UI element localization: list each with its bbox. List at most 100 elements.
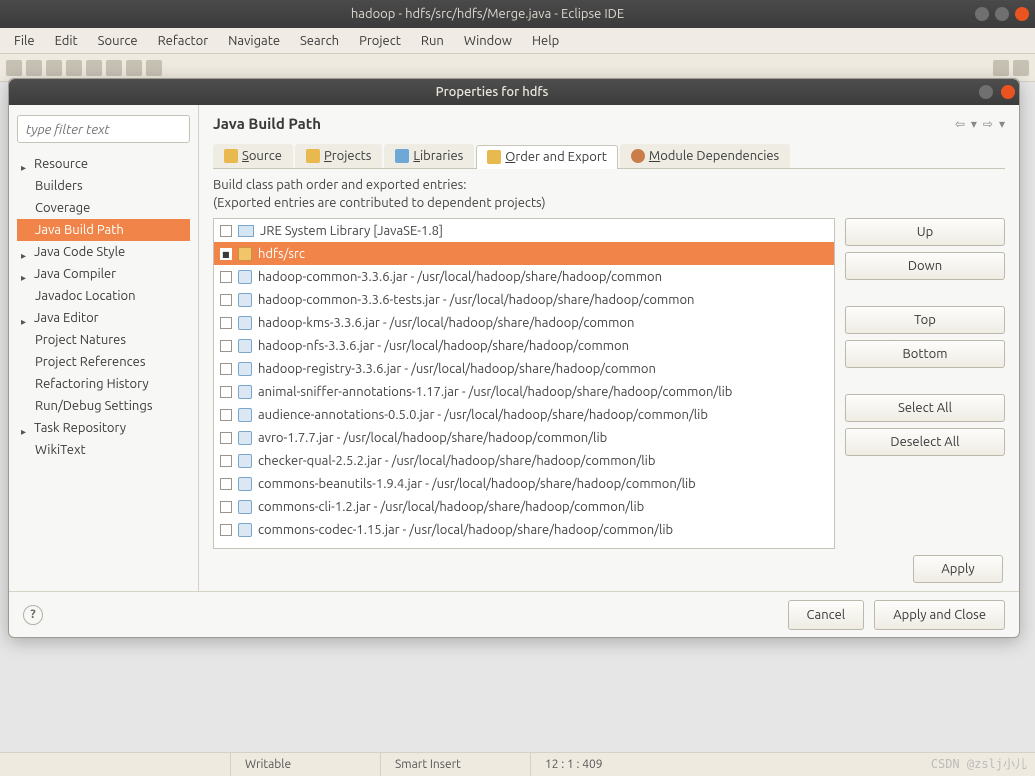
tree-item-task-repository[interactable]: Task Repository xyxy=(17,417,190,439)
toolbar-icon[interactable] xyxy=(86,60,102,76)
forward-icon[interactable]: ▾ xyxy=(971,117,977,131)
tree-item-java-code-style[interactable]: Java Code Style xyxy=(17,241,190,263)
checkbox[interactable] xyxy=(220,478,232,490)
up-button[interactable]: Up xyxy=(845,218,1005,246)
checkbox[interactable] xyxy=(220,501,232,513)
tree-item-project-references[interactable]: Project References xyxy=(17,351,190,373)
expand-icon[interactable] xyxy=(21,248,30,257)
select-all-button[interactable]: Select All xyxy=(845,394,1005,422)
apply-and-close-button[interactable]: Apply and Close xyxy=(874,600,1005,630)
expand-icon[interactable] xyxy=(21,314,30,323)
filter-input[interactable] xyxy=(17,115,190,143)
menu-file[interactable]: File xyxy=(6,32,43,50)
entry-row[interactable]: hadoop-kms-3.3.6.jar - /usr/local/hadoop… xyxy=(214,311,834,334)
maximize-icon[interactable] xyxy=(995,7,1009,21)
entry-row[interactable]: commons-beanutils-1.9.4.jar - /usr/local… xyxy=(214,472,834,495)
tab-projects[interactable]: Projects xyxy=(295,144,382,168)
tree-item-project-natures[interactable]: Project Natures xyxy=(17,329,190,351)
tree-item-label: Java Compiler xyxy=(34,267,116,281)
tree-item-java-build-path[interactable]: Java Build Path xyxy=(17,219,190,241)
close-icon[interactable] xyxy=(1015,7,1029,21)
tree-item-run-debug-settings[interactable]: Run/Debug Settings xyxy=(17,395,190,417)
checkbox[interactable] xyxy=(220,271,232,283)
toolbar-icon[interactable] xyxy=(146,60,162,76)
menu-refactor[interactable]: Refactor xyxy=(150,32,217,50)
perspective-icon[interactable] xyxy=(1013,60,1029,76)
expand-icon[interactable] xyxy=(21,270,30,279)
menu-navigate[interactable]: Navigate xyxy=(220,32,288,50)
ic-prj-icon xyxy=(306,149,320,163)
search-icon[interactable] xyxy=(993,60,1009,76)
cancel-button[interactable]: Cancel xyxy=(788,600,865,630)
tree-item-java-editor[interactable]: Java Editor xyxy=(17,307,190,329)
down-button[interactable]: Down xyxy=(845,252,1005,280)
entry-row[interactable]: animal-sniffer-annotations-1.17.jar - /u… xyxy=(214,380,834,403)
checkbox[interactable] xyxy=(220,524,232,536)
watermark: CSDN @zslj小儿 xyxy=(931,755,1027,772)
entry-row[interactable]: hadoop-common-3.3.6.jar - /usr/local/had… xyxy=(214,265,834,288)
entry-row[interactable]: commons-cli-1.2.jar - /usr/local/hadoop/… xyxy=(214,495,834,518)
entry-row[interactable]: hadoop-registry-3.3.6.jar - /usr/local/h… xyxy=(214,357,834,380)
checkbox[interactable] xyxy=(220,455,232,467)
deselect-all-button[interactable]: Deselect All xyxy=(845,428,1005,456)
toolbar-icon[interactable] xyxy=(26,60,42,76)
checkbox[interactable] xyxy=(220,225,232,237)
tree-item-javadoc-location[interactable]: Javadoc Location xyxy=(17,285,190,307)
tree-item-java-compiler[interactable]: Java Compiler xyxy=(17,263,190,285)
entry-row[interactable]: JRE System Library [JavaSE-1.8] xyxy=(214,219,834,242)
entry-row[interactable]: hadoop-common-3.3.6-tests.jar - /usr/loc… xyxy=(214,288,834,311)
tree-item-refactoring-history[interactable]: Refactoring History xyxy=(17,373,190,395)
toolbar-icon[interactable] xyxy=(106,60,122,76)
help-icon[interactable]: ? xyxy=(23,605,43,625)
checkbox[interactable] xyxy=(220,432,232,444)
bottom-button[interactable]: Bottom xyxy=(845,340,1005,368)
forward-arrow-icon[interactable]: ⇨ xyxy=(983,117,993,131)
tree-item-coverage[interactable]: Coverage xyxy=(17,197,190,219)
tree-item-label: WikiText xyxy=(35,443,86,457)
checkbox[interactable] xyxy=(220,409,232,421)
tab-module-dependencies[interactable]: Module Dependencies xyxy=(620,144,790,168)
toolbar-icon[interactable] xyxy=(66,60,82,76)
menu-search[interactable]: Search xyxy=(292,32,347,50)
menu-icon[interactable]: ▾ xyxy=(999,117,1005,131)
entry-row[interactable]: commons-codec-1.15.jar - /usr/local/hado… xyxy=(214,518,834,541)
entry-row[interactable]: checker-qual-2.5.2.jar - /usr/local/hado… xyxy=(214,449,834,472)
entry-row[interactable]: hdfs/src xyxy=(214,242,834,265)
tree-item-resource[interactable]: Resource xyxy=(17,153,190,175)
checkbox[interactable] xyxy=(220,363,232,375)
entry-row[interactable]: avro-1.7.7.jar - /usr/local/hadoop/share… xyxy=(214,426,834,449)
toolbar-icon[interactable] xyxy=(6,60,22,76)
tree-item-label: Run/Debug Settings xyxy=(35,399,152,413)
toolbar-icon[interactable] xyxy=(46,60,62,76)
back-icon[interactable]: ⇦ xyxy=(955,117,965,131)
menu-project[interactable]: Project xyxy=(351,32,409,50)
checkbox[interactable] xyxy=(220,340,232,352)
tree-item-builders[interactable]: Builders xyxy=(17,175,190,197)
entry-row[interactable]: audience-annotations-0.5.0.jar - /usr/lo… xyxy=(214,403,834,426)
tree-item-label: Task Repository xyxy=(34,421,126,435)
toolbar-icon[interactable] xyxy=(126,60,142,76)
apply-button[interactable]: Apply xyxy=(913,555,1003,583)
tab-order-and-export[interactable]: Order and Export xyxy=(476,145,618,169)
menu-run[interactable]: Run xyxy=(413,32,452,50)
menu-edit[interactable]: Edit xyxy=(47,32,86,50)
tab-source[interactable]: Source xyxy=(213,144,293,168)
minimize-icon[interactable] xyxy=(975,7,989,21)
expand-icon[interactable] xyxy=(21,160,30,169)
tab-libraries[interactable]: Libraries xyxy=(384,144,474,168)
top-button[interactable]: Top xyxy=(845,306,1005,334)
dialog-minimize-icon[interactable] xyxy=(979,85,993,99)
dialog-close-icon[interactable] xyxy=(1001,85,1015,99)
menu-help[interactable]: Help xyxy=(524,32,567,50)
checkbox[interactable] xyxy=(220,386,232,398)
dialog-titlebar: Properties for hdfs xyxy=(9,79,1019,105)
tree-item-wikitext[interactable]: WikiText xyxy=(17,439,190,461)
checkbox[interactable] xyxy=(220,317,232,329)
checkbox[interactable] xyxy=(220,294,232,306)
menu-source[interactable]: Source xyxy=(90,32,146,50)
checkbox[interactable] xyxy=(220,248,232,260)
entries-list[interactable]: JRE System Library [JavaSE-1.8]hdfs/srch… xyxy=(213,218,835,549)
menu-window[interactable]: Window xyxy=(456,32,520,50)
entry-row[interactable]: hadoop-nfs-3.3.6.jar - /usr/local/hadoop… xyxy=(214,334,834,357)
expand-icon[interactable] xyxy=(21,424,30,433)
